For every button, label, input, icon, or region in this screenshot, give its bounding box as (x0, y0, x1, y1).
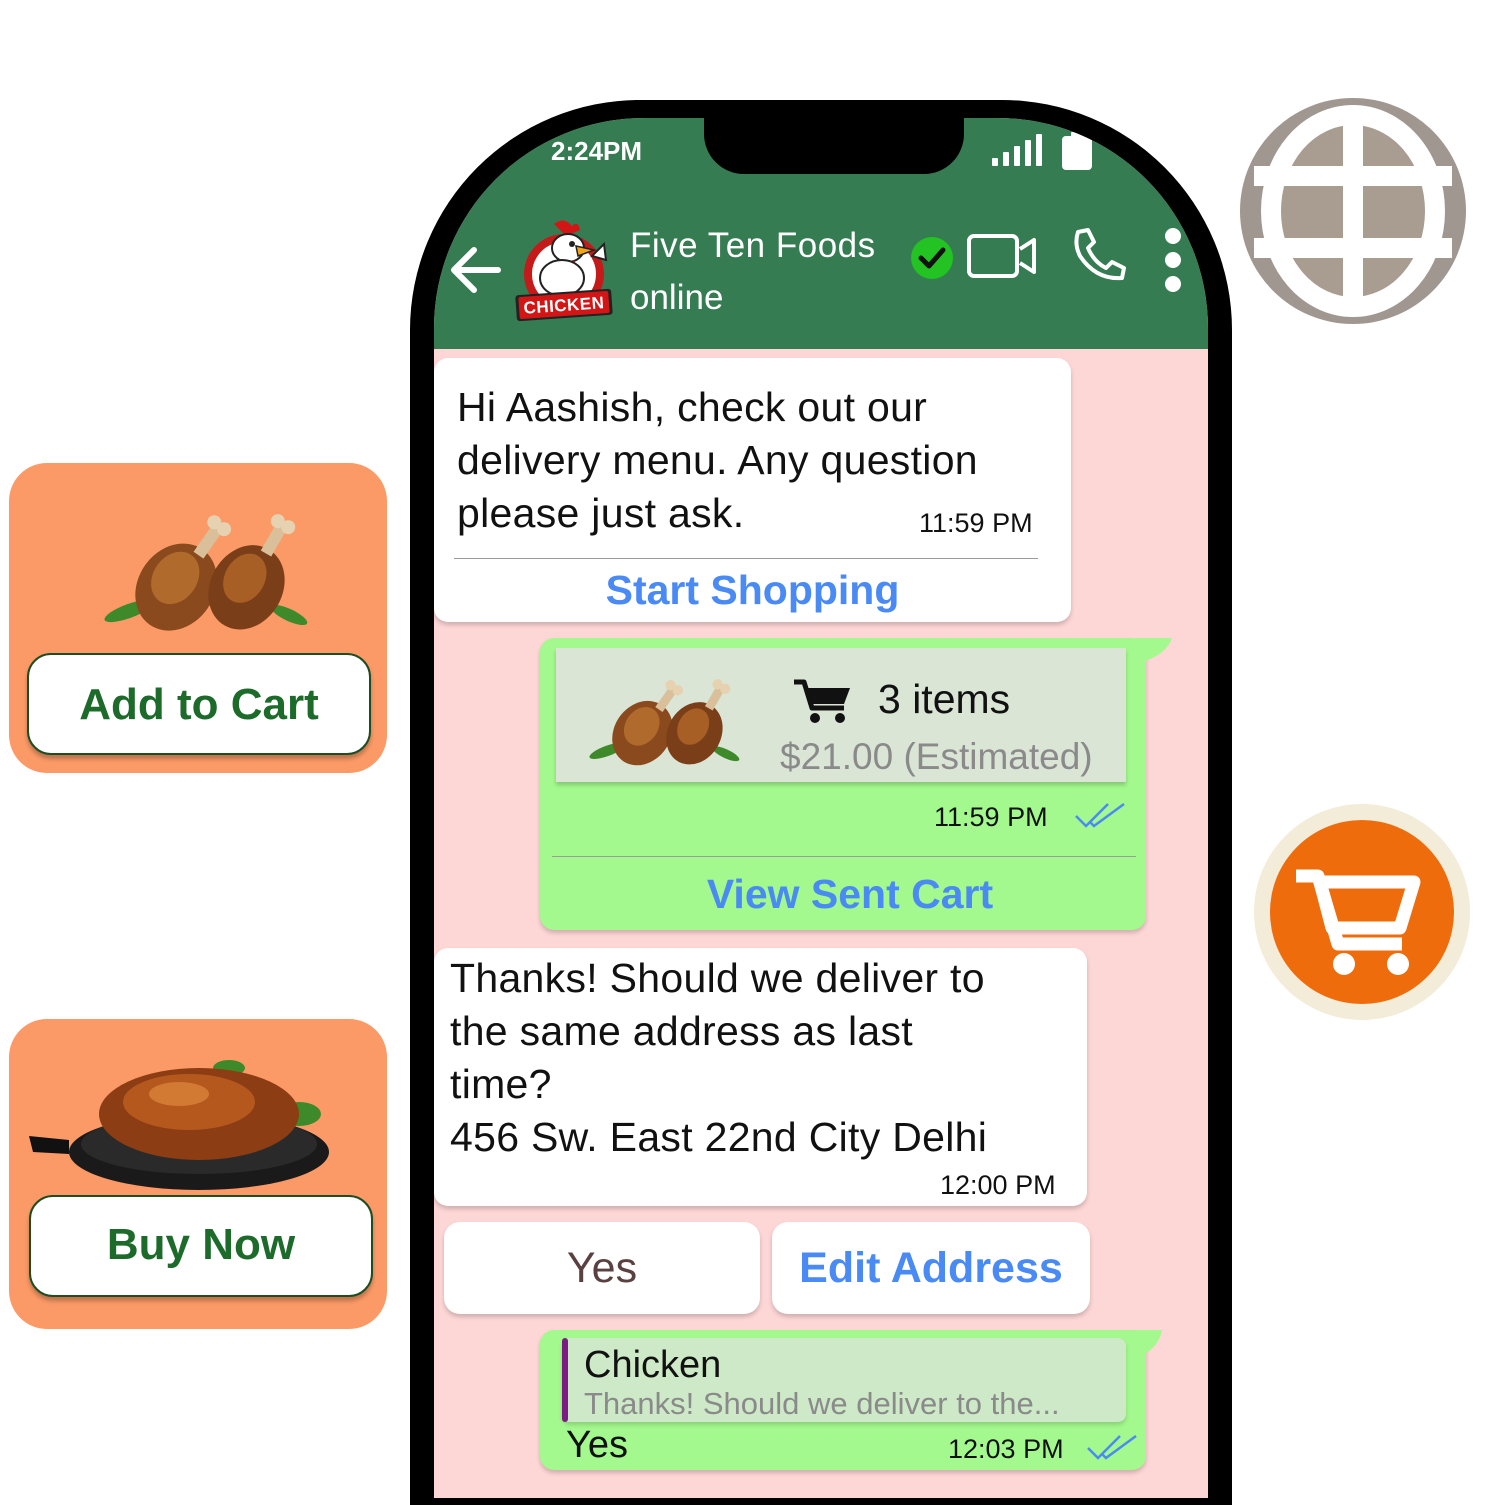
message-welcome: Hi Aashish, check out our delivery menu.… (434, 358, 1071, 622)
edit-address-button[interactable]: Edit Address (772, 1222, 1090, 1314)
contact-status: online (630, 278, 724, 317)
quoted-message[interactable]: Chicken Thanks! Should we deliver to the… (562, 1338, 1126, 1422)
bubble-tail (1130, 1330, 1162, 1360)
quoted-author: Chicken (584, 1344, 722, 1386)
message-cart: 3 items $21.00 (Estimated) 11:59 PM View… (540, 638, 1172, 930)
message-time: 12:03 PM (948, 1434, 1064, 1464)
message-time: 12:00 PM (940, 1170, 1056, 1200)
avatar: CHICKEN (514, 216, 614, 324)
message-address: Thanks! Should we deliver to the same ad… (434, 948, 1087, 1206)
phone-notch (704, 118, 964, 174)
message-time: 11:59 PM (919, 508, 1033, 538)
video-call-icon[interactable] (966, 232, 1038, 280)
verified-check-icon (911, 237, 953, 279)
chicken-drumsticks-thumbnail (589, 679, 740, 766)
phone-call-icon[interactable] (1072, 226, 1126, 282)
signal-icon (992, 134, 1042, 166)
yes-quick-reply-button[interactable]: Yes (444, 1222, 760, 1314)
divider (454, 558, 1038, 559)
message-line: time? (450, 1061, 552, 1107)
reply-text: Yes (566, 1424, 628, 1466)
back-arrow-icon[interactable] (450, 246, 502, 294)
cart-fab-button[interactable] (1252, 800, 1472, 1029)
double-check-icon (1075, 802, 1125, 828)
more-options-icon[interactable] (1160, 226, 1186, 294)
status-time: 2:24PM (551, 136, 643, 166)
message-line: Hi Aashish, check out our (457, 384, 928, 430)
roast-chicken-pan-image (29, 1060, 329, 1190)
message-line: 456 Sw. East 22nd City Delhi (450, 1114, 988, 1160)
message-line: Thanks! Should we deliver to (450, 955, 985, 1001)
chicken-drumsticks-image (104, 514, 308, 631)
product-card-drumsticks: Add to Cart (9, 463, 387, 773)
message-line: the same address as last (450, 1008, 913, 1054)
globe-icon (1240, 98, 1466, 324)
product-card-roast-chicken: Buy Now (9, 1019, 387, 1329)
quote-bar (562, 1338, 568, 1422)
message-line: delivery menu. Any question (457, 437, 978, 483)
bubble-tail (1136, 638, 1172, 664)
phone-screen: 2:24PM CHICKEN Five Ten Foods online Hi … (434, 118, 1208, 1498)
cart-icon (794, 679, 850, 723)
quoted-text: Thanks! Should we deliver to the... (584, 1386, 1060, 1421)
cart-item-count: 3 items (878, 676, 1011, 722)
battery-icon (1062, 132, 1092, 170)
shopping-cart-icon (1254, 804, 1470, 1020)
message-time: 11:59 PM (934, 802, 1048, 832)
cart-summary-card[interactable]: 3 items $21.00 (Estimated) (556, 648, 1126, 782)
chat-header: 2:24PM CHICKEN Five Ten Foods online (434, 118, 1208, 349)
message-text: Thanks! Should we deliver to the same ad… (450, 952, 1080, 1164)
message-reply: Chicken Thanks! Should we deliver to the… (540, 1330, 1162, 1470)
add-to-cart-button[interactable]: Add to Cart (27, 653, 371, 755)
view-sent-cart-button[interactable]: View Sent Cart (540, 864, 1160, 924)
cart-estimated-price: $21.00 (Estimated) (780, 736, 1093, 777)
start-shopping-button[interactable]: Start Shopping (434, 562, 1071, 618)
divider (552, 856, 1136, 857)
buy-now-button[interactable]: Buy Now (29, 1195, 373, 1297)
contact-name: Five Ten Foods (630, 226, 876, 265)
double-check-icon (1087, 1434, 1137, 1460)
